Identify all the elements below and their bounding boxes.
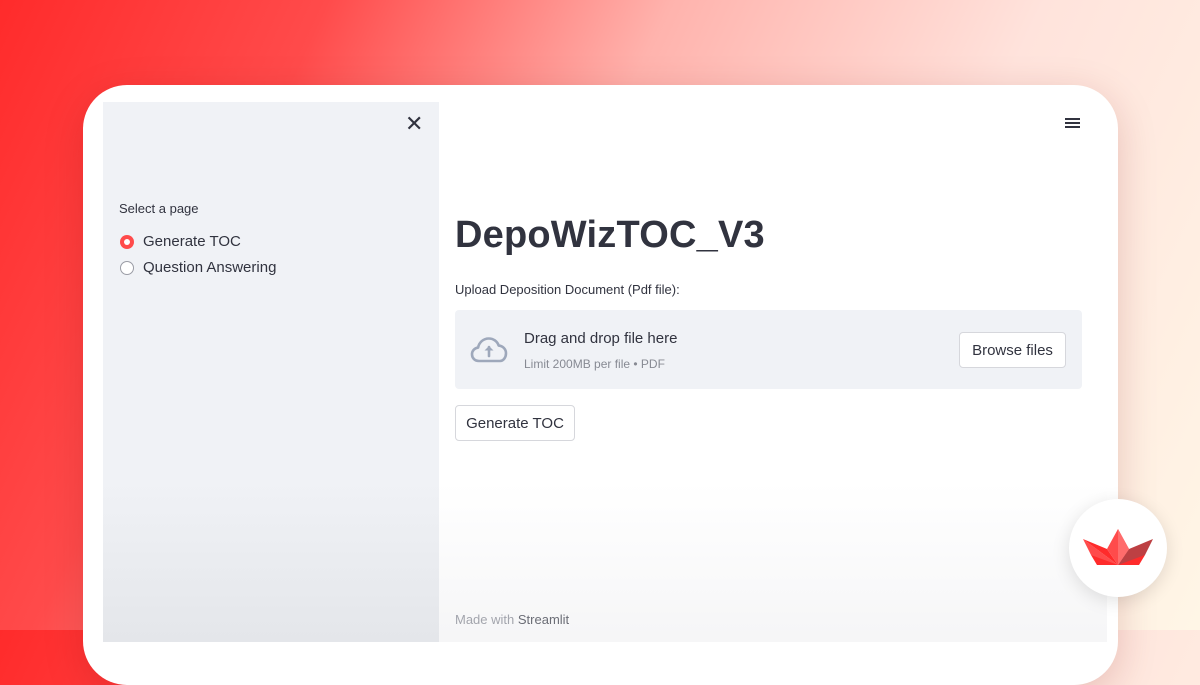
footer-made-with: Made with [455,612,515,627]
radio-checked-icon [120,234,134,249]
close-icon: ✕ [405,111,424,136]
radio-unchecked-icon [120,260,134,275]
radio-group-label: Select a page [119,201,199,216]
dropzone-subtitle: Limit 200MB per file • PDF [524,357,665,371]
sidebar: ✕ Select a page Generate TOC Question An… [103,102,439,642]
radio-option-label: Question Answering [143,259,277,276]
radio-option-question-answering[interactable]: Question Answering [120,259,276,276]
cloud-upload-icon [470,337,508,363]
browse-files-button[interactable]: Browse files [959,332,1066,368]
streamlit-logo-icon [1083,529,1153,565]
close-sidebar-button[interactable]: ✕ [405,111,424,136]
upload-label: Upload Deposition Document (Pdf file): [455,282,680,297]
footer: Made with Streamlit [455,612,569,627]
hamburger-menu-icon[interactable] [1065,116,1081,130]
footer-streamlit-link[interactable]: Streamlit [518,612,569,627]
radio-option-generate-toc[interactable]: Generate TOC [120,233,241,250]
streamlit-app: ✕ Select a page Generate TOC Question An… [103,102,1107,642]
generate-toc-button[interactable]: Generate TOC [455,405,575,441]
file-dropzone[interactable]: Drag and drop file here Limit 200MB per … [455,310,1082,389]
streamlit-logo-badge [1069,499,1167,597]
radio-option-label: Generate TOC [143,233,241,250]
page-title: DepoWizTOC_V3 [455,214,765,256]
dropzone-title: Drag and drop file here [524,330,678,347]
